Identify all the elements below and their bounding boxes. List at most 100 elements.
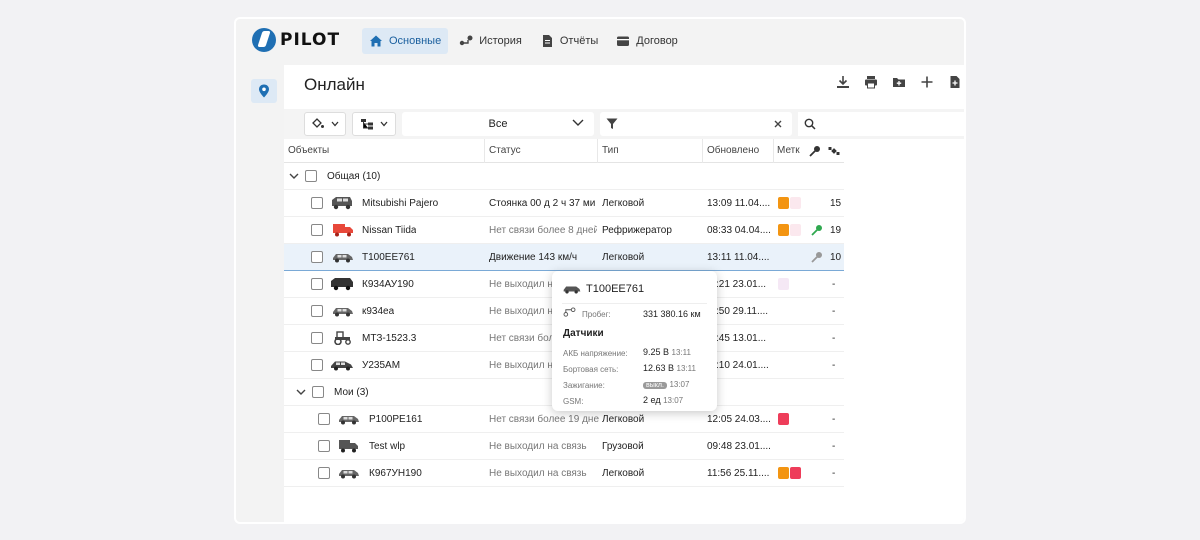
col-updated[interactable]: Обновлено — [707, 145, 759, 156]
table-row[interactable]: Test wlp Не выходил на связь Грузовой 09… — [284, 433, 844, 460]
truck-icon — [339, 440, 358, 453]
col-type[interactable]: Тип — [602, 145, 619, 156]
mileage-value: 331 380.16 км — [643, 309, 701, 319]
satellites-count: - — [832, 360, 836, 371]
map-pin-icon — [259, 84, 269, 98]
object-name[interactable]: У235АМ — [362, 360, 400, 371]
logo[interactable]: PILOT — [252, 28, 340, 52]
filter-input[interactable] — [600, 112, 792, 136]
page-toolbar — [836, 75, 962, 89]
wallet-icon — [617, 36, 630, 46]
row-checkbox[interactable] — [311, 278, 323, 290]
close-icon[interactable] — [774, 120, 782, 128]
table-row[interactable]: Nissan Tiida Нет связи более 8 дней Рефр… — [284, 217, 844, 244]
group-checkbox[interactable] — [305, 170, 317, 182]
ignition-badge: выкл. — [643, 382, 667, 389]
row-checkbox[interactable] — [318, 440, 330, 452]
nav-reports[interactable]: Отчёты — [533, 28, 605, 54]
map-pin-button[interactable] — [251, 79, 277, 103]
sensor-value-line: 2 ед 13:07 — [643, 395, 683, 405]
sensor-label: Бортовая сеть: — [563, 365, 619, 374]
nav-history[interactable]: История — [452, 28, 529, 54]
nav-contract[interactable]: Договор — [609, 28, 685, 54]
grouping-dropdown[interactable] — [352, 112, 396, 136]
object-name[interactable]: к934еа — [362, 306, 394, 317]
sensor-time: 13:07 — [663, 396, 684, 405]
sensors-heading: Датчики — [563, 328, 604, 339]
report-icon — [542, 35, 552, 47]
satellites-count: - — [832, 279, 836, 290]
top-bar: PILOT Основные История Отчёты Договор — [236, 19, 964, 65]
route-icon — [460, 35, 473, 46]
object-name[interactable]: Т100ЕЕ761 — [362, 252, 415, 263]
object-tooltip: Т100ЕЕ761 Пробег: 331 380.16 км Датчики … — [552, 271, 717, 411]
satellites-count: 19 — [830, 225, 842, 236]
home-icon — [370, 35, 382, 47]
row-checkbox[interactable] — [311, 359, 323, 371]
color-fill-dropdown[interactable] — [304, 112, 346, 136]
object-name[interactable]: К967УН190 — [369, 468, 422, 479]
print-icon[interactable] — [864, 75, 878, 89]
group-label: Мои (3) — [334, 387, 369, 398]
key-icon — [809, 146, 820, 157]
object-name[interactable]: Test wlp — [369, 441, 405, 452]
table-row[interactable]: Mitsubishi Pajero Стоянка 00 д 2 ч 37 ми… — [284, 190, 844, 217]
status-select[interactable]: Все — [402, 112, 594, 136]
tag-lilac — [778, 278, 789, 290]
tree-icon — [361, 119, 373, 130]
table-row[interactable]: К967УН190 Не выходил на связь Легковой 1… — [284, 460, 844, 487]
mileage-label: Пробег: — [582, 310, 611, 319]
updated-text: 12:05 24.03.... — [707, 414, 771, 425]
chevron-down-icon — [572, 119, 584, 126]
group-checkbox[interactable] — [312, 386, 324, 398]
table-row-selected[interactable]: Т100ЕЕ761 Движение 143 км/ч Легковой 13:… — [284, 244, 844, 271]
updated-text: 08:33 04.04.... — [707, 225, 771, 236]
row-checkbox[interactable] — [311, 197, 323, 209]
search-icon — [804, 118, 816, 130]
chevron-down-icon[interactable] — [296, 389, 306, 396]
car-icon — [333, 254, 353, 263]
object-name[interactable]: МТЗ-1523.3 — [362, 333, 416, 344]
group-row-general[interactable]: Общая (10) — [284, 163, 844, 190]
row-checkbox[interactable] — [318, 413, 330, 425]
nav-main[interactable]: Основные — [362, 28, 449, 54]
download-icon[interactable] — [836, 75, 850, 89]
object-name[interactable]: К934АУ190 — [362, 279, 414, 290]
sensor-value: 9.25 В — [643, 347, 670, 357]
tag-red — [790, 467, 801, 479]
suv-icon — [331, 278, 353, 291]
sensor-label: АКБ напряжение: — [563, 349, 628, 358]
updated-text: :50 29.11.... — [716, 306, 769, 317]
add-icon[interactable] — [920, 75, 934, 89]
status-text: Нет связи боле — [489, 333, 560, 344]
updated-text: :45 13.01... — [716, 333, 767, 344]
nav-main-label: Основные — [389, 35, 442, 47]
row-checkbox[interactable] — [318, 467, 330, 479]
sensor-value: 12.63 В — [643, 363, 675, 373]
row-checkbox[interactable] — [311, 251, 323, 263]
col-objects[interactable]: Объекты — [288, 145, 329, 156]
row-checkbox[interactable] — [311, 224, 323, 236]
car-icon — [563, 286, 581, 294]
object-name[interactable]: Р100РЕ161 — [369, 414, 422, 425]
satellites-count: - — [832, 306, 836, 317]
tractor-icon — [334, 331, 351, 345]
row-checkbox[interactable] — [311, 332, 323, 344]
add-document-icon[interactable] — [948, 75, 962, 89]
sensor-value: 2 ед — [643, 395, 661, 405]
tag-pink — [790, 224, 801, 236]
search-input[interactable] — [798, 112, 964, 136]
chevron-down-icon[interactable] — [289, 173, 299, 180]
object-name[interactable]: Nissan Tiida — [362, 225, 416, 236]
satellites-count: - — [832, 414, 836, 425]
paint-bucket-icon — [312, 118, 324, 128]
status-text: Не выходил на связь — [489, 468, 587, 479]
row-checkbox[interactable] — [311, 305, 323, 317]
sensor-label: Зажигание: — [563, 381, 605, 390]
col-status[interactable]: Статус — [489, 145, 521, 156]
type-text: Легковой — [602, 468, 645, 479]
updated-text: 13:09 11.04.... — [707, 198, 771, 209]
col-tags[interactable]: Метк — [777, 145, 807, 156]
add-folder-icon[interactable] — [892, 75, 906, 89]
object-name[interactable]: Mitsubishi Pajero — [362, 198, 438, 209]
